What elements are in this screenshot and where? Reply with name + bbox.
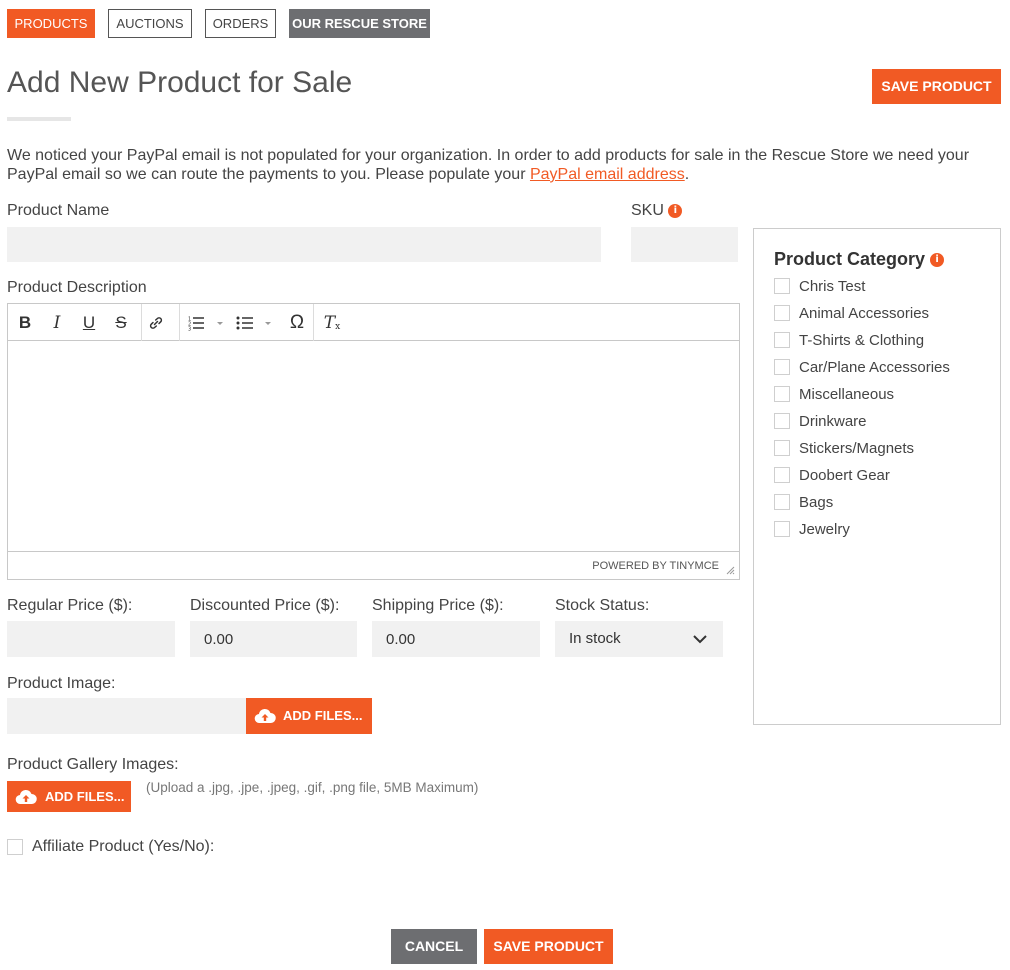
category-checkbox[interactable] xyxy=(774,413,790,429)
product-image-label: Product Image: xyxy=(7,675,116,692)
category-checkbox[interactable] xyxy=(774,440,790,456)
save-product-button-bottom[interactable]: SAVE PRODUCT xyxy=(484,929,613,964)
toolbar-separator xyxy=(313,304,314,341)
category-label: Drinkware xyxy=(799,412,867,430)
affiliate-label: Affiliate Product (Yes/No): xyxy=(32,838,215,855)
category-item-drinkware[interactable]: Drinkware xyxy=(774,411,867,431)
gallery-add-files-label: ADD FILES... xyxy=(45,789,125,804)
tab-auctions[interactable]: AUCTIONS xyxy=(108,9,192,38)
shipping-price-input[interactable] xyxy=(372,621,540,657)
category-checkbox[interactable] xyxy=(774,494,790,510)
resize-handle-icon[interactable] xyxy=(726,566,735,575)
gallery-add-files-button[interactable]: ADD FILES... xyxy=(7,781,131,812)
toolbar-separator xyxy=(141,304,142,341)
toolbar-separator xyxy=(179,304,180,341)
category-checkbox[interactable] xyxy=(774,359,790,375)
category-checkbox[interactable] xyxy=(774,386,790,402)
cloud-upload-icon xyxy=(254,708,276,724)
tab-our-rescue-store[interactable]: OUR RESCUE STORE xyxy=(289,9,430,38)
category-label: Bags xyxy=(799,493,834,511)
category-item-stickers-magnets[interactable]: Stickers/Magnets xyxy=(774,438,914,458)
notice-end: . xyxy=(684,166,690,183)
category-item-doobert-gear[interactable]: Doobert Gear xyxy=(774,465,890,485)
discounted-price-label: Discounted Price ($): xyxy=(190,597,340,614)
regular-price-label: Regular Price ($): xyxy=(7,597,133,614)
editor-content-area[interactable] xyxy=(8,342,739,551)
title-underline xyxy=(7,117,71,121)
save-product-button-top[interactable]: SAVE PRODUCT xyxy=(872,69,1001,104)
add-files-button[interactable]: ADD FILES... xyxy=(246,698,372,734)
product-description-label: Product Description xyxy=(7,279,147,296)
category-label: Miscellaneous xyxy=(799,385,895,403)
svg-text:3: 3 xyxy=(188,327,191,332)
stock-status-select[interactable]: In stock xyxy=(555,621,723,657)
product-category-title: Product Category xyxy=(774,249,926,269)
category-checkbox[interactable] xyxy=(774,305,790,321)
category-item-car-plane-accessories[interactable]: Car/Plane Accessories xyxy=(774,357,950,377)
special-character-icon[interactable]: Ω xyxy=(285,311,309,335)
tab-orders[interactable]: ORDERS xyxy=(205,9,276,38)
link-icon[interactable] xyxy=(144,311,168,335)
tab-products[interactable]: PRODUCTS xyxy=(7,9,95,38)
sku-label: SKU xyxy=(631,202,664,219)
page-title: Add New Product for Sale xyxy=(7,66,353,99)
stock-status-label: Stock Status: xyxy=(555,597,650,614)
category-item-jewelry[interactable]: Jewelry xyxy=(774,519,850,539)
product-name-label: Product Name xyxy=(7,202,110,219)
category-label: Doobert Gear xyxy=(799,466,890,484)
discounted-price-input[interactable] xyxy=(190,621,357,657)
category-label: Stickers/Magnets xyxy=(799,439,915,457)
strikethrough-icon[interactable]: S xyxy=(109,311,133,335)
chevron-down-icon xyxy=(693,635,707,644)
paypal-notice: We noticed your PayPal email is not popu… xyxy=(7,146,997,184)
category-checkbox[interactable] xyxy=(774,467,790,483)
cancel-button[interactable]: CANCEL xyxy=(391,929,477,964)
gallery-upload-hint: (Upload a .jpg, .jpe, .jpeg, .gif, .png … xyxy=(146,780,479,795)
cloud-upload-icon xyxy=(15,789,37,805)
sku-label-group: SKU i xyxy=(631,202,683,220)
category-item-t-shirts-clothing[interactable]: T-Shirts & Clothing xyxy=(774,330,924,350)
product-image-file-field[interactable] xyxy=(7,698,247,734)
paypal-email-link[interactable]: PayPal email address xyxy=(530,166,685,183)
category-item-miscellaneous[interactable]: Miscellaneous xyxy=(774,384,894,404)
category-item-animal-accessories[interactable]: Animal Accessories xyxy=(774,303,929,323)
category-label: Jewelry xyxy=(799,520,850,538)
category-item-bags[interactable]: Bags xyxy=(774,492,833,512)
product-name-input[interactable] xyxy=(7,227,601,262)
category-checkbox[interactable] xyxy=(774,521,790,537)
add-files-label: ADD FILES... xyxy=(283,708,363,723)
regular-price-input[interactable] xyxy=(7,621,175,657)
category-label: T-Shirts & Clothing xyxy=(799,331,925,349)
product-category-title-group: Product Category i xyxy=(774,249,945,270)
sku-info-icon[interactable]: i xyxy=(668,203,683,218)
underline-icon[interactable]: U xyxy=(77,311,101,335)
product-category-panel: Product Category i Chris Test Animal Acc… xyxy=(753,228,1001,725)
category-label: Chris Test xyxy=(799,277,866,295)
numbered-list-icon[interactable]: 123 xyxy=(188,311,228,335)
gallery-images-label: Product Gallery Images: xyxy=(7,756,179,773)
bullet-list-icon[interactable] xyxy=(236,311,276,335)
stock-status-value: In stock xyxy=(569,630,621,647)
affiliate-product-row[interactable]: Affiliate Product (Yes/No): xyxy=(7,838,214,856)
category-checkbox[interactable] xyxy=(774,332,790,348)
editor-toolbar: B I U S 123 Ω Tx xyxy=(8,304,739,341)
bold-icon[interactable]: B xyxy=(13,311,37,335)
powered-by-tinymce[interactable]: POWERED BY TINYMCE xyxy=(592,560,719,572)
notice-text: We noticed your PayPal email is not popu… xyxy=(7,147,970,183)
category-item-chris-test[interactable]: Chris Test xyxy=(774,276,865,296)
category-checkbox[interactable] xyxy=(774,278,790,294)
description-editor: B I U S 123 Ω Tx POWERED BY TINYMCE xyxy=(7,303,740,580)
affiliate-checkbox[interactable] xyxy=(7,839,23,855)
category-label: Animal Accessories xyxy=(799,304,930,322)
category-label: Car/Plane Accessories xyxy=(799,358,950,376)
category-info-icon[interactable]: i xyxy=(930,253,945,268)
editor-statusbar: POWERED BY TINYMCE xyxy=(8,551,739,579)
shipping-price-label: Shipping Price ($): xyxy=(372,597,504,614)
clear-formatting-icon[interactable]: Tx xyxy=(320,311,344,335)
sku-input[interactable] xyxy=(631,227,738,262)
italic-icon[interactable]: I xyxy=(45,311,69,335)
